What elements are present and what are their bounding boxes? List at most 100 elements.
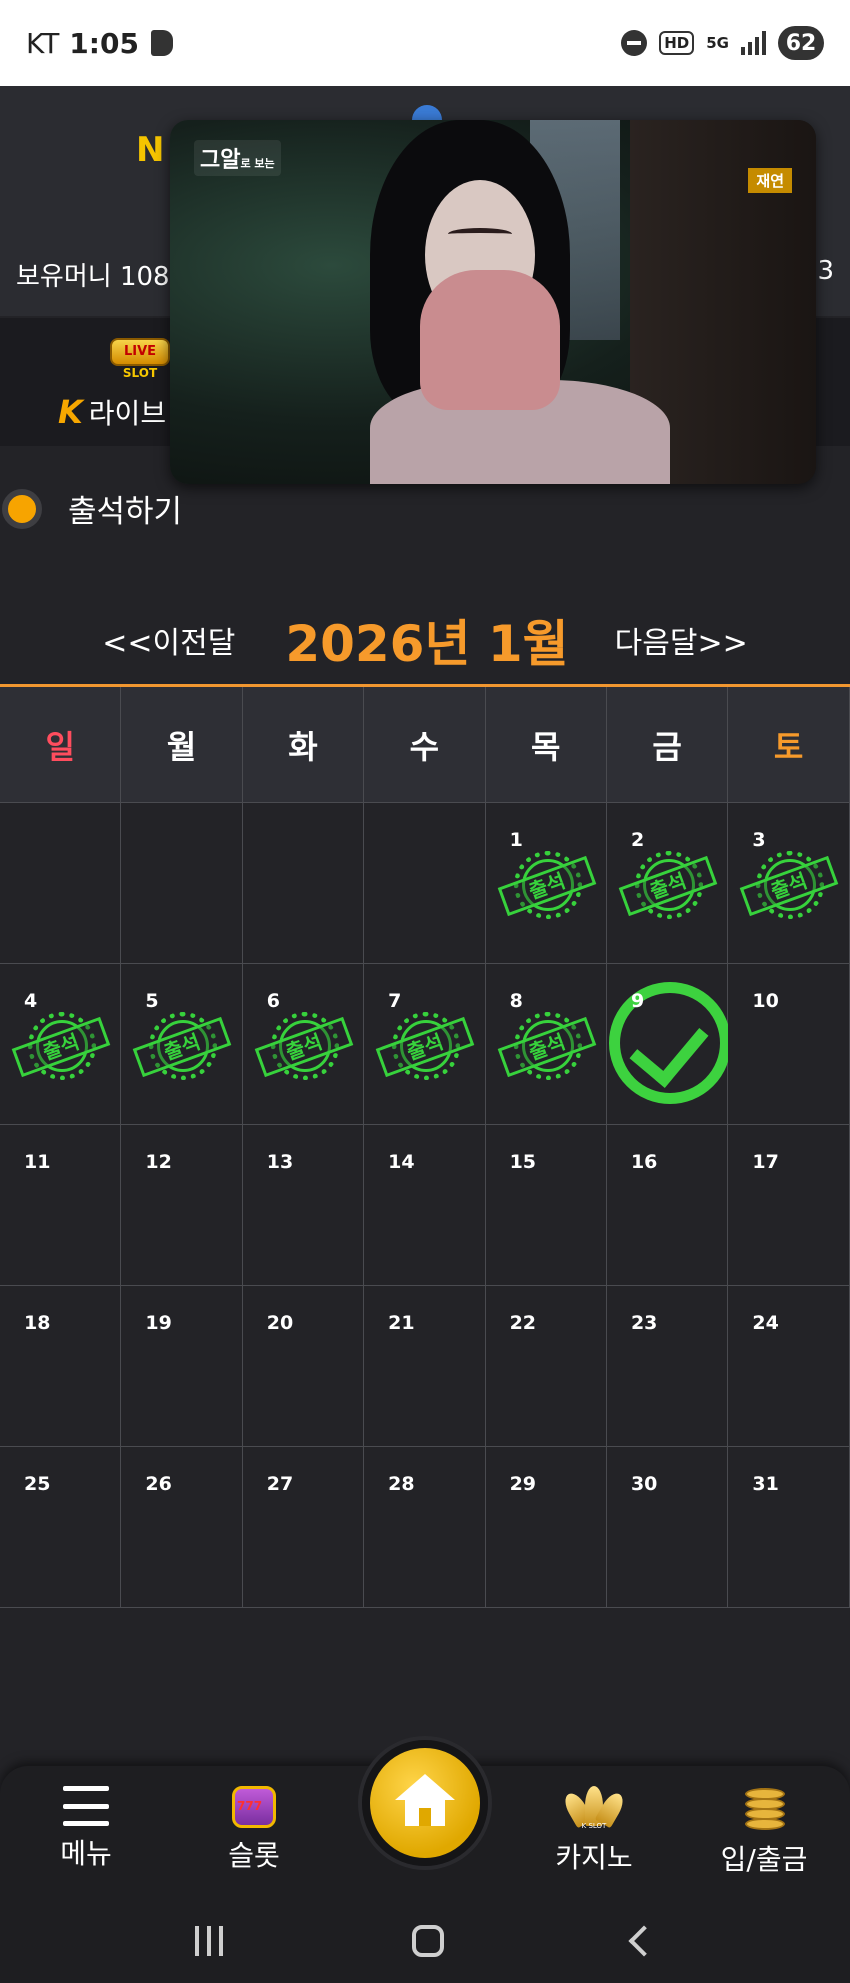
site-logo[interactable]: N — [136, 130, 164, 170]
day-number: 28 — [388, 1473, 415, 1495]
page: KT 1:05 HD 5G 62 N 보유머니 108 3 LIVE SLOT … — [0, 0, 850, 1983]
calendar-day-18[interactable]: 18 — [0, 1286, 122, 1447]
calendar-weekday-header: 일 월 화 수 목 금 토 — [0, 687, 850, 803]
nav-casino[interactable]: K SLOT 카지노 — [524, 1786, 664, 1876]
home-button[interactable] — [362, 1740, 488, 1866]
calendar-day-11[interactable]: 11 — [0, 1125, 122, 1286]
calendar-day-7[interactable]: 7 출석 — [364, 964, 486, 1125]
calendar-day-28[interactable]: 28 — [364, 1447, 486, 1608]
channel-logo-small: 로 보는 — [240, 157, 275, 170]
app-notification-icon — [150, 30, 173, 56]
calendar-day-23[interactable]: 23 — [606, 1286, 729, 1447]
attendance-calendar: 일 월 화 수 목 금 토 1 출석 2 출석 3 출석 4 출석 5 출석 6 출석 7 출석 8 출석 9 1… — [0, 684, 850, 1608]
channel-logo-text: 그알 — [200, 148, 241, 173]
calendar-day-5[interactable]: 5 출석 — [121, 964, 243, 1125]
prev-month-link[interactable]: <<이전달 — [102, 618, 235, 662]
category-live[interactable]: K 라이브 — [58, 392, 166, 432]
calendar-day-17[interactable]: 17 — [728, 1125, 850, 1286]
status-bar: KT 1:05 HD 5G 62 — [0, 0, 850, 86]
home-icon — [395, 1774, 455, 1826]
attendance-stamp-icon: 출석 — [375, 1006, 475, 1086]
calendar-day-6[interactable]: 6 출석 — [242, 964, 365, 1125]
back-icon[interactable] — [628, 1924, 660, 1957]
category-live-label: 라이브 — [88, 397, 167, 430]
calendar-day-12[interactable]: 12 — [121, 1125, 243, 1286]
day-number: 13 — [266, 1151, 294, 1173]
day-number: 30 — [630, 1473, 658, 1495]
coin-stack-icon — [739, 1786, 789, 1832]
calendar-day-19[interactable]: 19 — [121, 1286, 243, 1447]
day-number: 22 — [509, 1312, 537, 1334]
nav-deposit-withdraw[interactable]: 입/출금 — [694, 1786, 834, 1878]
calendar-day-20[interactable]: 20 — [242, 1286, 365, 1447]
day-number: 23 — [630, 1312, 658, 1334]
calendar-day-13[interactable]: 13 — [242, 1125, 365, 1286]
clock: 1:05 — [69, 26, 139, 60]
month-navigation: <<이전달 2026년 1월 다음달>> — [0, 604, 850, 676]
day-number: 26 — [145, 1473, 172, 1495]
calendar-day-29[interactable]: 29 — [485, 1447, 607, 1608]
carrier-label: KT — [26, 26, 60, 60]
calendar-day-21[interactable]: 21 — [364, 1286, 486, 1447]
calendar-day-14[interactable]: 14 — [364, 1125, 486, 1286]
attendance-stamp-icon: 출석 — [618, 845, 718, 925]
signal-icon — [741, 31, 766, 55]
next-month-link[interactable]: 다음달>> — [615, 618, 748, 662]
day-number: 18 — [24, 1312, 51, 1334]
day-number: 19 — [145, 1312, 172, 1334]
balance-text: 보유머니 108 — [16, 262, 170, 292]
calendar-day-8[interactable]: 8 출석 — [485, 964, 607, 1125]
day-number: 16 — [630, 1151, 658, 1173]
day-number: 10 — [752, 990, 779, 1012]
calendar-day-15[interactable]: 15 — [485, 1125, 607, 1286]
calendar-day-10[interactable]: 10 — [728, 964, 850, 1125]
month-title: 2026년 1월 — [285, 615, 569, 673]
calendar-day-9[interactable]: 9 — [606, 964, 731, 1125]
attendance-title: 출석하기 — [68, 494, 183, 530]
weekday-sat: 토 — [728, 687, 850, 803]
day-number: 29 — [509, 1473, 537, 1495]
pip-video-overlay[interactable]: 그알로 보는 재연 — [170, 120, 816, 484]
calendar-day-3[interactable]: 3 출석 — [728, 803, 850, 964]
recent-apps-icon[interactable] — [194, 1925, 223, 1956]
day-number: 14 — [388, 1151, 415, 1173]
attendance-stamp-icon: 출석 — [11, 1006, 111, 1086]
calendar-day-16[interactable]: 16 — [606, 1125, 729, 1286]
do-not-disturb-icon — [621, 30, 648, 56]
calendar-day-22[interactable]: 22 — [485, 1286, 607, 1447]
weekday-mon: 월 — [121, 687, 243, 803]
weekday-thu: 목 — [485, 687, 607, 803]
live-slot-badge-icon[interactable]: LIVE SLOT — [110, 338, 170, 382]
day-number: 21 — [388, 1312, 415, 1334]
day-number: 24 — [752, 1312, 779, 1334]
attendance-stamp-icon: 출석 — [133, 1006, 232, 1086]
attendance-header: 출석하기 — [0, 486, 182, 531]
calendar-day-4[interactable]: 4 출석 — [0, 964, 122, 1125]
channel-logo: 그알로 보는 — [194, 140, 281, 176]
calendar-empty-cell — [121, 803, 243, 964]
day-number: 25 — [24, 1473, 51, 1495]
nav-menu[interactable]: 메뉴 — [16, 1786, 156, 1872]
calendar-grid: 1 출석 2 출석 3 출석 4 출석 5 출석 6 출석 7 출석 8 출석 9 10 11 12 13 14 15 16 1… — [0, 803, 850, 1608]
system-navigation-bar — [0, 1898, 850, 1983]
calendar-day-26[interactable]: 26 — [121, 1447, 243, 1608]
calendar-day-27[interactable]: 27 — [242, 1447, 365, 1608]
calendar-day-25[interactable]: 25 — [0, 1447, 122, 1608]
day-number: 20 — [266, 1312, 294, 1334]
day-number: 12 — [145, 1151, 172, 1173]
nav-deposit-label: 입/출금 — [720, 1843, 808, 1876]
calendar-empty-cell — [364, 803, 486, 964]
calendar-day-24[interactable]: 24 — [728, 1286, 850, 1447]
today-check-icon — [608, 982, 731, 1104]
live-badge-text: LIVE — [110, 338, 170, 366]
attendance-stamp-icon: 출석 — [254, 1006, 354, 1086]
calendar-day-1[interactable]: 1 출석 — [485, 803, 607, 964]
calendar-empty-cell — [242, 803, 365, 964]
nav-slot[interactable]: 슬롯 — [184, 1786, 324, 1874]
system-home-icon[interactable] — [411, 1924, 444, 1957]
calendar-day-30[interactable]: 30 — [606, 1447, 729, 1608]
weekday-sun: 일 — [0, 687, 122, 803]
calendar-day-31[interactable]: 31 — [728, 1447, 850, 1608]
day-number: 11 — [24, 1151, 51, 1173]
calendar-day-2[interactable]: 2 출석 — [606, 803, 729, 964]
